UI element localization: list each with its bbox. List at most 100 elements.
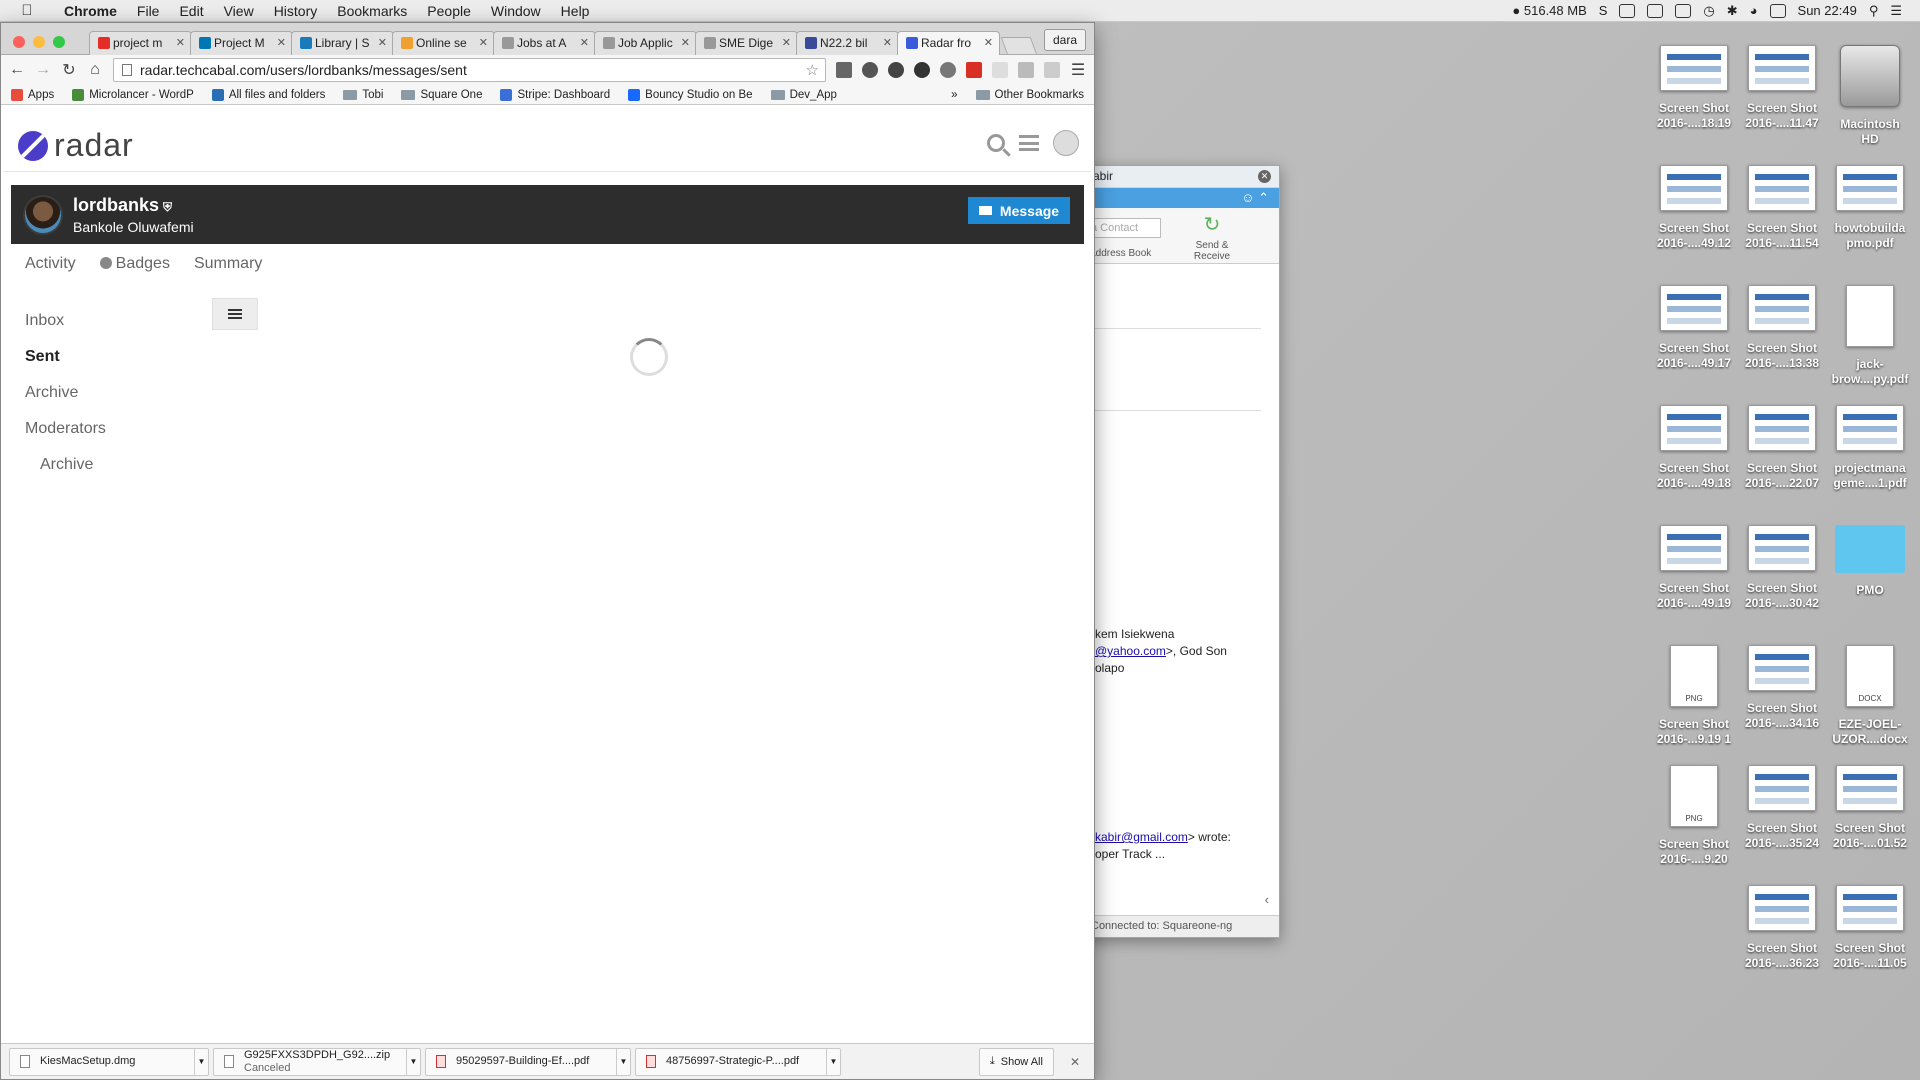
- desktop-icon[interactable]: Screen Shot 2016-....22.07: [1738, 405, 1826, 491]
- close-tab-icon[interactable]: ✕: [984, 36, 993, 49]
- skype-icon[interactable]: S: [1599, 3, 1608, 18]
- mail-search-field[interactable]: abir ✕: [1081, 166, 1279, 188]
- download-item[interactable]: G925FXXS3DPDH_G92....zip Canceled ▼: [213, 1047, 421, 1076]
- tab[interactable]: Job Applic ✕: [594, 31, 697, 55]
- menu-view[interactable]: View: [214, 3, 264, 19]
- airplay-icon[interactable]: [1647, 3, 1664, 18]
- desktop-icon[interactable]: Screen Shot 2016-....01.52: [1826, 765, 1914, 851]
- tab[interactable]: Project M ✕: [190, 31, 293, 55]
- desktop-icon[interactable]: Screen Shot 2016-....49.17: [1650, 285, 1738, 371]
- download-item[interactable]: 95029597-Building-Ef....pdf ▼: [425, 1047, 631, 1076]
- desktop-icon[interactable]: Screen Shot 2016-....30.42: [1738, 525, 1826, 611]
- extension-circle-icon[interactable]: [914, 62, 930, 78]
- desktop-icon[interactable]: howtobuilda pmo.pdf: [1826, 165, 1914, 251]
- desktop-icon[interactable]: Screen Shot 2016-....34.16: [1738, 645, 1826, 731]
- search-icon[interactable]: [987, 134, 1005, 152]
- close-window-button[interactable]: [13, 36, 25, 48]
- profile-button[interactable]: dara: [1043, 29, 1086, 51]
- memory-status[interactable]: ● 516.48 MB: [1512, 3, 1586, 18]
- desktop-icon[interactable]: projectmana geme....1.pdf: [1826, 405, 1914, 491]
- find-contact-field[interactable]: a Contact: [1087, 218, 1161, 238]
- hamburger-menu-icon[interactable]: [1019, 135, 1039, 151]
- menu-people[interactable]: People: [417, 3, 481, 19]
- chevron-left-icon[interactable]: ‹: [1265, 892, 1269, 907]
- desktop-icon[interactable]: Screen Shot 2016-....49.12: [1650, 165, 1738, 251]
- bookmark-star-icon[interactable]: ☆: [806, 61, 819, 79]
- extension-doc-icon[interactable]: [1044, 62, 1060, 78]
- bookmark-item[interactable]: Dev_App: [770, 89, 837, 101]
- bookmark-item[interactable]: Microlancer - WordP: [72, 88, 194, 101]
- desktop-icon[interactable]: Screen Shot 2016-....11.54: [1738, 165, 1826, 251]
- tab[interactable]: Jobs at A ✕: [493, 31, 596, 55]
- message-button[interactable]: Message: [968, 197, 1070, 224]
- extension-timer-icon[interactable]: [862, 62, 878, 78]
- menu-window[interactable]: Window: [481, 3, 551, 19]
- send-receive-button[interactable]: ↻ Send & Receive: [1189, 214, 1235, 262]
- desktop-icon[interactable]: Screen Shot 2016-....11.05: [1826, 885, 1914, 971]
- cast-icon[interactable]: [836, 62, 852, 78]
- folder-moderators[interactable]: Moderators: [25, 411, 106, 447]
- tab[interactable]: Radar fro ✕: [897, 31, 1000, 55]
- clock[interactable]: Sun 22:49: [1798, 3, 1857, 18]
- mail-link-1[interactable]: @yahoo.com: [1095, 644, 1166, 658]
- folder-inbox[interactable]: Inbox: [25, 303, 106, 339]
- close-tab-icon[interactable]: ✕: [479, 36, 488, 49]
- tab[interactable]: project m ✕: [89, 31, 192, 55]
- tab-summary[interactable]: Summary: [194, 255, 262, 273]
- menu-history[interactable]: History: [264, 3, 328, 19]
- extension-n-icon[interactable]: [1018, 62, 1034, 78]
- new-tab-button[interactable]: [1000, 37, 1038, 55]
- list-view-button[interactable]: [212, 298, 258, 330]
- bookmarks-overflow-icon[interactable]: »: [951, 89, 957, 101]
- menu-help[interactable]: Help: [551, 3, 600, 19]
- desktop-icon[interactable]: PMO: [1826, 525, 1914, 598]
- zoom-window-button[interactable]: [53, 36, 65, 48]
- menu-bookmarks[interactable]: Bookmarks: [327, 3, 417, 19]
- menu-app-name[interactable]: Chrome: [54, 3, 127, 19]
- other-bookmarks[interactable]: Other Bookmarks: [975, 89, 1084, 101]
- back-icon[interactable]: ←: [9, 61, 25, 79]
- close-tab-icon[interactable]: ✕: [378, 36, 387, 49]
- tab[interactable]: Library | S ✕: [291, 31, 394, 55]
- reload-icon[interactable]: ↻: [61, 60, 77, 80]
- bookmark-item[interactable]: Square One: [401, 89, 482, 101]
- spotlight-icon[interactable]: ⚲: [1869, 3, 1879, 19]
- notification-center-icon[interactable]: ☰: [1890, 3, 1902, 19]
- folder-archive[interactable]: Archive: [25, 375, 106, 411]
- dropdown-arrow-icon[interactable]: ▼: [826, 1048, 840, 1075]
- desktop-icon[interactable]: Screen Shot 2016-....18.19: [1650, 45, 1738, 131]
- address-bar[interactable]: radar.techcabal.com/users/lordbanks/mess…: [113, 58, 826, 82]
- close-tab-icon[interactable]: ✕: [176, 36, 185, 49]
- extension-blank-icon[interactable]: [992, 62, 1008, 78]
- smiley-icon[interactable]: ☺ ⌃: [1241, 190, 1269, 206]
- dropdown-arrow-icon[interactable]: ▼: [616, 1048, 630, 1075]
- bookmark-item[interactable]: Tobi: [343, 89, 383, 101]
- close-tab-icon[interactable]: ✕: [782, 36, 791, 49]
- close-tab-icon[interactable]: ✕: [681, 36, 690, 49]
- forward-icon[interactable]: →: [35, 61, 51, 79]
- desktop-icon[interactable]: DOCX EZE-JOEL- UZOR....docx: [1826, 645, 1914, 747]
- address-book-button[interactable]: Address Book: [1089, 248, 1151, 259]
- desktop-icon[interactable]: Macintosh HD: [1826, 45, 1914, 147]
- clear-search-icon[interactable]: ✕: [1258, 170, 1271, 183]
- bookmark-item[interactable]: Stripe: Dashboard: [500, 88, 610, 101]
- tab[interactable]: Online se ✕: [392, 31, 495, 55]
- extension-hex-icon[interactable]: [888, 62, 904, 78]
- show-all-downloads-button[interactable]: ⤓ Show All: [978, 1047, 1054, 1076]
- close-shelf-icon[interactable]: ✕: [1070, 1055, 1080, 1069]
- menu-edit[interactable]: Edit: [169, 3, 213, 19]
- desktop-icon[interactable]: Screen Shot 2016-....13.38: [1738, 285, 1826, 371]
- bookmark-item[interactable]: All files and folders: [211, 88, 325, 101]
- radar-logo[interactable]: radar: [18, 127, 134, 164]
- desktop-icon[interactable]: Screen Shot 2016-....49.19: [1650, 525, 1738, 611]
- menu-file[interactable]: File: [127, 3, 170, 19]
- chrome-menu-icon[interactable]: ☰: [1070, 60, 1086, 80]
- wifi-icon[interactable]: ◕: [1750, 3, 1758, 18]
- tab-badges[interactable]: Badges: [99, 255, 170, 273]
- time-machine-icon[interactable]: ◷: [1703, 3, 1714, 19]
- desktop-icon[interactable]: Screen Shot 2016-....49.18: [1650, 405, 1738, 491]
- dropdown-arrow-icon[interactable]: ▼: [406, 1048, 420, 1075]
- mail-link-2[interactable]: kabir@gmail.com: [1095, 830, 1188, 844]
- desktop-icon[interactable]: PNG Screen Shot 2016-...9.19 1: [1650, 645, 1738, 747]
- notification-bell-icon[interactable]: [940, 62, 956, 78]
